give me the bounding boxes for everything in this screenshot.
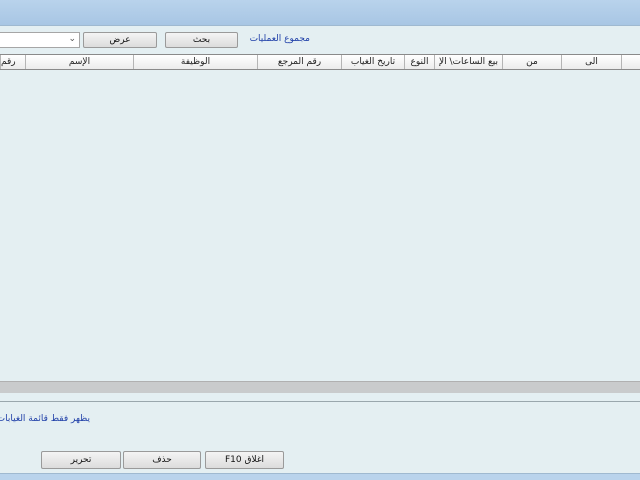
column-header-absence-date[interactable]: تاريخ الغياب: [341, 55, 404, 69]
absences-table-body[interactable]: [0, 54, 640, 381]
column-header-select[interactable]: [621, 55, 640, 69]
search-button[interactable]: بحث: [165, 32, 238, 48]
edit-button[interactable]: تحرير: [41, 451, 121, 469]
toolbar-divider: [0, 25, 640, 26]
column-header-name[interactable]: الإسم: [25, 55, 133, 69]
column-header-hours[interactable]: بيع الساعات\ الإ: [434, 55, 502, 69]
column-header-job[interactable]: الوظيفة: [133, 55, 257, 69]
column-header-from[interactable]: من: [502, 55, 561, 69]
absences-only-note: يظهر فقط قائمة الغيابات: [0, 414, 90, 424]
status-strip: [0, 473, 640, 480]
column-header-reference-no[interactable]: رقم المرجع: [257, 55, 341, 69]
column-header-number[interactable]: رقم: [0, 55, 25, 69]
absences-table-header: الى من بيع الساعات\ الإ النوع تاريخ الغي…: [0, 54, 640, 70]
delete-button[interactable]: حذف: [123, 451, 201, 469]
column-header-type[interactable]: النوع: [404, 55, 434, 69]
view-button[interactable]: عرض: [83, 32, 157, 48]
chevron-down-icon: ⌄: [68, 34, 76, 44]
column-header-to[interactable]: الى: [561, 55, 621, 69]
operations-group-label: مجموع العمليات: [249, 34, 310, 44]
horizontal-scrollbar[interactable]: [0, 381, 640, 393]
panel-divider: [0, 401, 640, 402]
filter-combobox[interactable]: ⌄: [0, 32, 80, 48]
window-title-bar: [0, 0, 640, 25]
close-button[interactable]: F10 اغلاق: [205, 451, 284, 469]
